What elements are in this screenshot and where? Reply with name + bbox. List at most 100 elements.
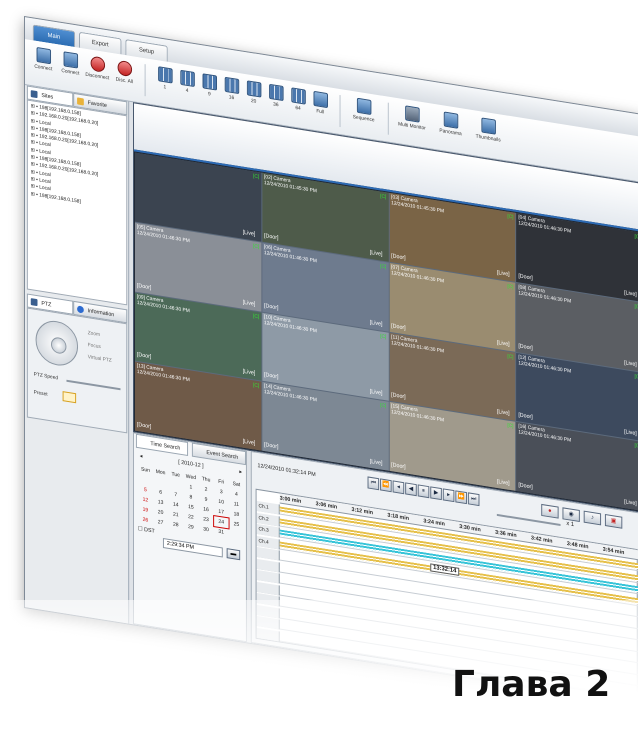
door-sensor-label: [Door] bbox=[136, 282, 152, 291]
ptz-speed-slider[interactable] bbox=[66, 379, 121, 391]
live-indicator: [Live] bbox=[496, 409, 510, 418]
layout-icon bbox=[268, 83, 284, 102]
step-backward-button[interactable]: ◂ bbox=[392, 480, 405, 495]
connection-icon: [C] bbox=[507, 283, 514, 291]
connection-icon: [C] bbox=[380, 332, 387, 340]
chapter-title: Глава 2 bbox=[452, 664, 611, 705]
dst-checkbox[interactable]: ☐ DST bbox=[138, 526, 155, 535]
play-reverse-button[interactable]: ◀ bbox=[405, 482, 417, 497]
door-sensor-label: [Door] bbox=[264, 232, 279, 242]
live-indicator: [Live] bbox=[624, 499, 637, 508]
prev-month-button[interactable]: ◂ bbox=[140, 451, 143, 461]
live-indicator: [Live] bbox=[624, 289, 637, 298]
sequence-button[interactable]: Sequence bbox=[347, 94, 380, 135]
calendar-day[interactable]: 28 bbox=[168, 519, 183, 531]
layout-icon bbox=[179, 69, 195, 87]
panorama-button[interactable]: Panorama bbox=[434, 108, 467, 149]
connection-icon: [C] bbox=[380, 263, 387, 271]
ptz-icon bbox=[30, 298, 38, 307]
export-button[interactable]: ▣ bbox=[604, 514, 623, 529]
door-sensor-label: [Door] bbox=[136, 421, 152, 431]
site-icon: ⊞ ▪ bbox=[30, 132, 40, 140]
site-icon: ⊞ ▪ bbox=[30, 176, 40, 184]
stage: Main Export Setup Connect Connect Discon… bbox=[0, 0, 638, 744]
go-button[interactable]: ▬ bbox=[226, 548, 241, 561]
live-indicator: [Live] bbox=[496, 339, 510, 348]
live-indicator: [Live] bbox=[242, 299, 256, 308]
door-sensor-label: [Door] bbox=[391, 392, 406, 401]
layout-icon bbox=[202, 73, 217, 91]
live-indicator: [Live] bbox=[369, 458, 383, 467]
multi-monitor-button[interactable]: Multi Monitor bbox=[394, 102, 431, 144]
layout-icon bbox=[290, 87, 306, 105]
door-sensor-label: [Door] bbox=[518, 342, 533, 352]
site-icon: ⊞ ▪ bbox=[30, 161, 40, 169]
record-button[interactable]: ● bbox=[541, 503, 559, 519]
virtual-ptz-checkbox[interactable]: Virtual PTZ bbox=[88, 354, 112, 364]
focus-button[interactable]: Focus bbox=[88, 342, 101, 350]
door-sensor-label: [Door] bbox=[391, 462, 406, 471]
connection-icon: [C] bbox=[380, 193, 387, 201]
star-icon bbox=[77, 97, 84, 106]
pause-button[interactable]: ⏸ bbox=[417, 484, 430, 499]
disconnect-button[interactable]: Disconnect bbox=[83, 52, 112, 93]
calendar-day[interactable]: 26 bbox=[138, 514, 153, 526]
toolbar-separator bbox=[339, 94, 341, 128]
calendar-day[interactable]: 27 bbox=[153, 516, 168, 528]
full-screen-button[interactable]: Full bbox=[306, 88, 335, 129]
site-icon: ⊞ ▪ bbox=[30, 190, 40, 198]
speed-value: x 1 bbox=[566, 520, 575, 529]
next-month-button[interactable]: ▸ bbox=[239, 467, 242, 477]
preset-button[interactable] bbox=[62, 391, 77, 404]
site-tree[interactable]: ⊞ ▪ 198[192.168.0.158] ⊞ ▪ 192.168.0.20[1… bbox=[26, 99, 128, 306]
thumbnails-button[interactable]: Thumbnails bbox=[471, 114, 506, 156]
disconnect-all-icon bbox=[117, 59, 132, 78]
connect-button[interactable]: Connect bbox=[29, 44, 58, 85]
connection-icon: [C] bbox=[253, 243, 260, 251]
step-forward-button[interactable]: ▸ bbox=[442, 488, 455, 503]
info-icon bbox=[77, 305, 84, 314]
connect-icon bbox=[36, 46, 51, 65]
last-frame-button[interactable]: ⏭ bbox=[467, 492, 480, 507]
full-screen-icon bbox=[313, 90, 328, 109]
live-indicator: [Live] bbox=[496, 269, 510, 278]
snapshot-button[interactable]: ◉ bbox=[562, 507, 580, 523]
monitor-icon bbox=[404, 105, 420, 123]
site-icon: ⊞ ▪ bbox=[30, 183, 40, 191]
calendar-day[interactable]: 31 bbox=[214, 526, 229, 538]
left-panel: Sites Favorite ⊞ ▪ 198[192.168.0.158] ⊞ ▪… bbox=[24, 85, 130, 624]
ptz-joystick[interactable] bbox=[35, 317, 79, 369]
sites-icon bbox=[30, 90, 38, 99]
fast-backward-button[interactable]: ⏪ bbox=[380, 478, 392, 493]
live-indicator: [Live] bbox=[624, 429, 637, 438]
calendar-day[interactable]: 30 bbox=[198, 524, 213, 536]
connection-icon: [C] bbox=[634, 303, 638, 311]
toolbar-separator bbox=[387, 102, 389, 135]
audio-button[interactable]: ♪ bbox=[583, 510, 602, 526]
door-sensor-label: [Door] bbox=[391, 322, 406, 331]
panorama-icon bbox=[443, 111, 458, 129]
ptz-panel: Zoom Focus Virtual PTZ PTZ Speed Preset bbox=[26, 307, 128, 434]
disconnect-all-button[interactable]: Disc. All bbox=[110, 57, 139, 98]
connection-icon: [C] bbox=[634, 233, 638, 241]
connection-icon: [C] bbox=[634, 442, 638, 450]
layout-icon bbox=[224, 76, 239, 95]
site-icon: ⊞ ▪ bbox=[30, 146, 40, 155]
live-indicator: [Live] bbox=[242, 368, 256, 377]
door-sensor-label: [Door] bbox=[391, 252, 406, 262]
zoom-button[interactable]: Zoom bbox=[88, 330, 100, 338]
first-frame-button[interactable]: ⏮ bbox=[367, 476, 380, 491]
play-button[interactable]: ▶ bbox=[430, 486, 442, 501]
calendar-day[interactable]: 29 bbox=[183, 521, 198, 533]
live-indicator: [Live] bbox=[369, 319, 383, 328]
fast-forward-button[interactable]: ⏩ bbox=[455, 490, 467, 505]
site-icon: ⊞ ▪ bbox=[30, 110, 40, 118]
door-sensor-label: [Door] bbox=[518, 482, 533, 491]
connect-all-button[interactable]: Connect bbox=[56, 48, 85, 89]
connection-icon: [C] bbox=[253, 173, 260, 181]
time-input[interactable]: 2:29:34 PM bbox=[162, 538, 223, 558]
door-sensor-label: [Door] bbox=[136, 352, 152, 361]
current-datetime: 12/24/2010 01:32:14 PM bbox=[257, 462, 316, 479]
connection-icon: [C] bbox=[253, 312, 260, 320]
connection-icon: [C] bbox=[507, 422, 514, 430]
